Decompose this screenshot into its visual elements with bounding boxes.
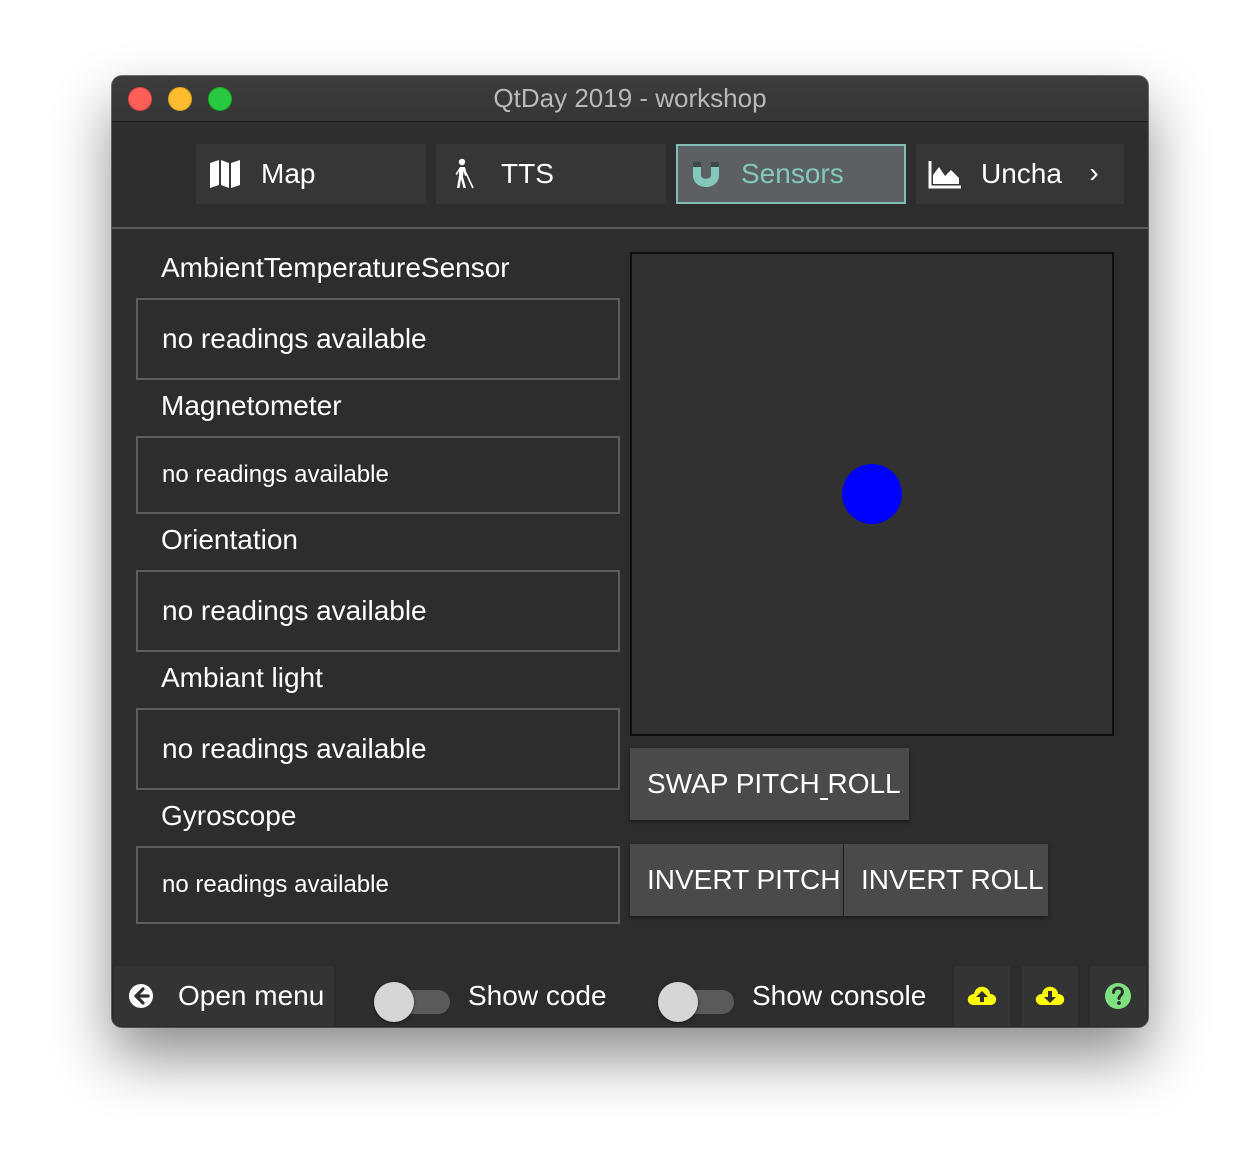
tilt-canvas — [630, 252, 1114, 736]
ambient-temperature-readout: no readings available — [136, 298, 620, 380]
tab-map[interactable]: Map — [196, 144, 426, 204]
tab-bar: Map TTS Sensors Uncha › — [112, 122, 1148, 229]
title-bar: QtDay 2019 - workshop — [112, 76, 1148, 122]
show-code-label: Show code — [468, 980, 607, 1011]
invert-pitch-button[interactable]: INVERT PITCH — [630, 844, 843, 916]
ambient-temperature-value: no readings available — [162, 323, 427, 354]
gyroscope-readout: no readings available — [136, 846, 620, 924]
app-window: QtDay 2019 - workshop Map TTS Sensors Un… — [112, 76, 1148, 1027]
show-console-toggle[interactable] — [658, 980, 738, 1022]
tilt-dot — [842, 464, 902, 524]
map-icon — [210, 160, 240, 188]
invert-pitch-label: INVERT PITCH — [647, 864, 841, 895]
blind-person-icon — [455, 158, 474, 189]
help-icon — [1105, 983, 1131, 1009]
swap-pitch-roll-label: SWAP PITCH ROLL — [647, 748, 901, 820]
show-console-toggle-knob — [658, 982, 698, 1022]
chevron-right-icon: › — [1089, 157, 1099, 188]
magnetometer-readout: no readings available — [136, 436, 620, 514]
invert-roll-label: INVERT ROLL — [861, 864, 1044, 895]
arrow-left-circle-icon — [129, 984, 153, 1008]
ambiant-light-value: no readings available — [162, 733, 427, 764]
upload-button[interactable] — [954, 966, 1010, 1026]
show-code-toggle[interactable] — [374, 980, 454, 1022]
orientation-readout: no readings available — [136, 570, 620, 652]
tab-tts[interactable]: TTS — [436, 144, 666, 204]
tab-tts-label: TTS — [501, 158, 554, 189]
ambiant-light-label: Ambiant light — [161, 662, 323, 693]
show-console-label: Show console — [752, 980, 927, 1011]
open-menu-label: Open menu — [178, 980, 325, 1011]
magnetometer-value: no readings available — [162, 461, 389, 488]
tab-sensors-label: Sensors — [741, 158, 844, 189]
window-title: QtDay 2019 - workshop — [493, 83, 767, 113]
swap-pitch-roll-button[interactable]: SWAP PITCH ROLL — [630, 748, 909, 820]
gyroscope-value: no readings available — [162, 871, 389, 898]
bottom-toolbar: Open menu Show code Show console — [112, 966, 1148, 1027]
gyroscope-label: Gyroscope — [161, 800, 297, 831]
ambient-temperature-label: AmbientTemperatureSensor — [161, 252, 510, 283]
orientation-value: no readings available — [162, 595, 427, 626]
tab-scroll-right-button[interactable]: › — [1064, 144, 1124, 204]
tab-map-label: Map — [261, 158, 316, 189]
cloud-download-icon — [1035, 986, 1065, 1005]
area-chart-icon — [928, 161, 961, 189]
orientation-label: Orientation — [161, 524, 298, 555]
show-code-toggle-knob — [374, 982, 414, 1022]
help-button[interactable] — [1090, 966, 1146, 1026]
tab-uncha[interactable]: Uncha — [916, 144, 1066, 204]
cloud-upload-icon — [967, 986, 997, 1005]
tab-sensors[interactable]: Sensors — [676, 144, 906, 204]
download-button[interactable] — [1022, 966, 1078, 1026]
invert-roll-button[interactable]: INVERT ROLL — [844, 844, 1048, 916]
tab-uncha-label: Uncha — [981, 158, 1062, 189]
magnetometer-label: Magnetometer — [161, 390, 342, 421]
ambiant-light-readout: no readings available — [136, 708, 620, 790]
open-menu-button[interactable]: Open menu — [114, 966, 334, 1026]
magnet-icon — [693, 162, 719, 187]
